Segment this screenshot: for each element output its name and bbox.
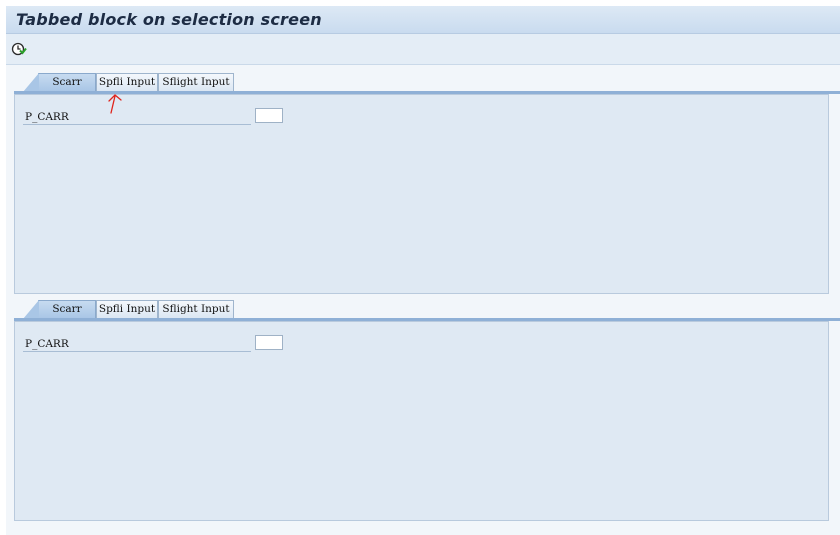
p-carr-input[interactable] — [255, 108, 283, 123]
p-carr-input[interactable] — [255, 335, 283, 350]
field-label-p-carr: P_CARR — [25, 111, 69, 123]
tab-sflight-input[interactable]: Sflight Input — [158, 73, 234, 91]
field-underline — [23, 351, 251, 352]
field-label-p-carr: P_CARR — [25, 338, 69, 350]
title-bar: Tabbed block on selection screen — [6, 6, 840, 34]
selection-screen-content: Scarr Input Spfli Input Sflight Input P_… — [6, 65, 840, 535]
tab-panel-block-1: P_CARR — [14, 94, 829, 294]
application-toolbar — [6, 34, 840, 65]
page-title: Tabbed block on selection screen — [16, 10, 322, 29]
execute-clock-icon[interactable] — [11, 41, 27, 57]
tab-scarr-input[interactable]: Scarr Input — [23, 73, 96, 105]
tabstrip-block-2: Scarr Input Spfli Input Sflight Input — [14, 300, 840, 332]
field-underline — [23, 124, 251, 125]
tabstrip-block-1: Scarr Input Spfli Input Sflight Input — [14, 73, 840, 105]
tab-scarr-input[interactable]: Scarr Input — [23, 300, 96, 332]
tab-panel-block-2: P_CARR — [14, 321, 829, 521]
tab-spfli-input[interactable]: Spfli Input — [96, 73, 158, 91]
red-arrow-annotation-icon — [108, 94, 122, 114]
tab-sflight-input[interactable]: Sflight Input — [158, 300, 234, 318]
tab-spfli-input[interactable]: Spfli Input — [96, 300, 158, 318]
